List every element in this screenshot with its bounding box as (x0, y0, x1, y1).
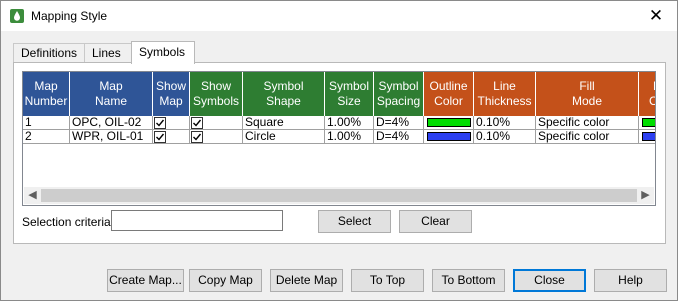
cell-map-number[interactable]: 2 (23, 130, 70, 144)
cell-fill-mode[interactable]: Specific color (536, 116, 639, 130)
horizontal-scrollbar[interactable]: ◀ ▶ (24, 187, 654, 204)
cell-fill-mode[interactable]: Specific color (536, 130, 639, 144)
selection-criteria-input[interactable] (111, 210, 283, 231)
col-outline-color[interactable]: Outline Color (424, 72, 474, 116)
cell-map-number[interactable]: 1 (23, 116, 70, 130)
select-button[interactable]: Select (318, 210, 391, 233)
cell-show-map[interactable] (153, 116, 190, 130)
create-map-button[interactable]: Create Map... (107, 269, 184, 292)
col-fill-color[interactable]: FCo (639, 72, 655, 116)
cell-show-map[interactable] (153, 130, 190, 144)
cell-outline-color[interactable] (424, 130, 474, 144)
outline-color-swatch (427, 118, 471, 127)
col-symbol-shape[interactable]: Symbol Shape (243, 72, 325, 116)
cell-line-thickness[interactable]: 0.10% (474, 116, 536, 130)
scroll-left-icon[interactable]: ◀ (24, 187, 41, 204)
fill-color-swatch (642, 118, 655, 127)
mapping-style-dialog: Mapping Style ✕ Definitions Lines Symbol… (0, 0, 678, 301)
to-bottom-button[interactable]: To Bottom (432, 269, 505, 292)
col-line-thickness[interactable]: Line Thickness (474, 72, 536, 116)
cell-show-symbols[interactable] (190, 130, 243, 144)
cell-map-name[interactable]: WPR, OIL-01 (70, 130, 153, 144)
map-style-grid[interactable]: Map Number Map Name Show Map Show Symbols Sy… (22, 71, 656, 206)
close-button[interactable]: Close (513, 269, 586, 292)
symbols-panel: Map Number Map Name Show Map Show Symbols Sy… (13, 62, 666, 244)
tab-lines[interactable]: Lines (84, 43, 132, 63)
col-map-number[interactable]: Map Number (23, 72, 70, 116)
show-map-checkbox[interactable] (154, 117, 166, 129)
title-bar: Mapping Style ✕ (1, 1, 677, 31)
col-fill-mode[interactable]: Fill Mode (536, 72, 639, 116)
outline-color-swatch (427, 132, 471, 141)
col-symbol-spacing[interactable]: Symbol Spacing (374, 72, 424, 116)
show-map-checkbox[interactable] (154, 131, 166, 143)
scroll-right-icon[interactable]: ▶ (637, 187, 654, 204)
delete-map-button[interactable]: Delete Map (270, 269, 343, 292)
tab-definitions[interactable]: Definitions (13, 43, 85, 63)
col-symbol-size[interactable]: Symbol Size (325, 72, 374, 116)
window-title: Mapping Style (31, 9, 108, 23)
cell-line-thickness[interactable]: 0.10% (474, 130, 536, 144)
selection-criteria-label: Selection criteria: (22, 215, 115, 229)
clear-button[interactable]: Clear (399, 210, 472, 233)
col-show-map[interactable]: Show Map (153, 72, 190, 116)
cell-symbol-spacing[interactable]: D=4% (374, 116, 424, 130)
fill-color-swatch (642, 132, 655, 141)
copy-map-button[interactable]: Copy Map (189, 269, 262, 292)
col-show-symbols[interactable]: Show Symbols (190, 72, 243, 116)
cell-show-symbols[interactable] (190, 116, 243, 130)
show-symbols-checkbox[interactable] (191, 117, 203, 129)
to-top-button[interactable]: To Top (351, 269, 424, 292)
cell-map-name[interactable]: OPC, OIL-02 (70, 116, 153, 130)
cell-outline-color[interactable] (424, 116, 474, 130)
tab-symbols[interactable]: Symbols (131, 41, 195, 64)
help-button[interactable]: Help (594, 269, 667, 292)
cell-fill-color[interactable] (639, 130, 655, 144)
cell-fill-color[interactable] (639, 116, 655, 130)
cell-symbol-shape[interactable]: Square (243, 116, 325, 130)
cell-symbol-shape[interactable]: Circle (243, 130, 325, 144)
show-symbols-checkbox[interactable] (191, 131, 203, 143)
cell-symbol-size[interactable]: 1.00% (325, 116, 374, 130)
cell-symbol-size[interactable]: 1.00% (325, 130, 374, 144)
scrollbar-thumb[interactable] (41, 189, 637, 202)
drop-icon (10, 9, 24, 23)
col-map-name[interactable]: Map Name (70, 72, 153, 116)
cell-symbol-spacing[interactable]: D=4% (374, 130, 424, 144)
close-icon[interactable]: ✕ (645, 5, 667, 27)
